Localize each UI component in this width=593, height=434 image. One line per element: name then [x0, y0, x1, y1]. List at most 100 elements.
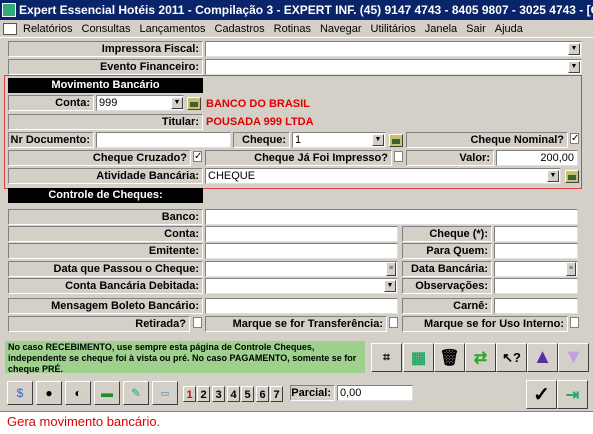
data-passou-field[interactable] [205, 261, 398, 277]
page-3[interactable]: 3 [212, 386, 225, 402]
cheque-impresso-label: Cheque Já Foi Impresso? [205, 150, 392, 166]
banco-label: Banco: [8, 209, 203, 225]
menu-utilitarios[interactable]: Utilitários [371, 23, 416, 35]
emitente-field[interactable] [205, 243, 398, 259]
folder-icon[interactable] [565, 170, 579, 183]
banco-field[interactable] [205, 209, 578, 225]
edit-record-icon[interactable]: ⇄ [465, 343, 496, 372]
nrdoc-field[interactable] [96, 132, 231, 148]
form-icon[interactable] [3, 22, 17, 35]
menu-navegar[interactable]: Navegar [320, 23, 362, 35]
coins-alt-icon[interactable]: ◐ [65, 381, 91, 405]
page-7[interactable]: 7 [270, 386, 283, 402]
atividade-label: Atividade Bancária: [8, 168, 203, 184]
page-2[interactable]: 2 [197, 386, 210, 402]
nrdoc-label: Nr Documento: [8, 132, 94, 148]
title-bar: Expert Essencial Hotéis 2011 - Compilaçã… [0, 0, 593, 20]
chevron-down-icon[interactable]: ▼ [384, 280, 396, 292]
cheque-icon[interactable]: ▭ [152, 381, 178, 405]
folder-icon[interactable] [187, 97, 201, 110]
observacoes-field[interactable] [494, 278, 578, 294]
cheque-num-field[interactable] [494, 226, 578, 242]
retirada-label: Retirada? [8, 316, 190, 332]
arrow-down-icon[interactable]: ▼ [558, 343, 589, 372]
menu-consultas[interactable]: Consultas [82, 23, 131, 35]
transferencia-checkbox[interactable] [389, 317, 398, 328]
status-bar: Gera movimento bancário. [0, 411, 593, 434]
window-title: Expert Essencial Hotéis 2011 - Compilaçã… [19, 3, 593, 17]
folder-icon[interactable] [389, 134, 403, 147]
conta-cheque-label: Conta: [8, 226, 203, 242]
para-quem-field[interactable] [494, 243, 578, 259]
cheque-impresso-checkbox[interactable] [394, 151, 403, 162]
cheque-nominal-checkbox[interactable]: ✓ [570, 133, 579, 144]
transferencia-label: Marque se for Transferência: [205, 316, 387, 332]
chevron-down-icon[interactable]: ▼ [171, 97, 183, 109]
impressora-select[interactable] [205, 41, 582, 57]
observacoes-label: Observações: [402, 278, 492, 294]
arrow-up-icon[interactable]: ▲ [527, 343, 558, 372]
page-6[interactable]: 6 [256, 386, 269, 402]
exit-door-icon[interactable]: ⇥ [557, 380, 588, 409]
data-bancaria-label: Data Bancária: [402, 261, 492, 277]
check-icon[interactable]: ✓ [526, 380, 557, 409]
titular-label: Titular: [8, 114, 203, 130]
data-passou-label: Data que Passou o Cheque: [8, 261, 203, 277]
menu-bar: Relatórios Consultas Lançamentos Cadastr… [0, 20, 593, 38]
cheque-num-label: Cheque (*): [402, 226, 492, 242]
conta-cheque-field[interactable] [205, 226, 398, 242]
grid-icon[interactable]: ⌗ [371, 343, 402, 372]
chevron-down-icon[interactable]: ▼ [372, 134, 384, 146]
para-quem-label: Para Quem: [402, 243, 492, 259]
menu-relatorios[interactable]: Relatórios [23, 23, 73, 35]
menu-rotinas[interactable]: Rotinas [274, 23, 311, 35]
cheque-nominal-label: Cheque Nominal? [406, 132, 568, 148]
parcial-field[interactable]: 0,00 [337, 385, 413, 401]
atividade-select[interactable]: CHEQUE [205, 168, 561, 184]
cheque-cruzado-checkbox[interactable]: ✓ [193, 151, 202, 162]
app-icon [2, 3, 16, 17]
retirada-checkbox[interactable] [193, 317, 202, 328]
cheque-label: Cheque: [233, 132, 290, 148]
titular-value: POUSADA 999 LTDA [206, 116, 314, 128]
evento-select[interactable] [205, 59, 582, 75]
coins-icon[interactable]: ● [36, 381, 62, 405]
page-4[interactable]: 4 [227, 386, 240, 402]
menu-janela[interactable]: Janela [425, 23, 457, 35]
page-1[interactable]: 1 [183, 386, 196, 402]
sign-doc-icon[interactable]: ✎ [123, 381, 149, 405]
banco-name: BANCO DO BRASIL [206, 98, 310, 110]
trash-icon[interactable]: 🗑 [434, 343, 465, 372]
conta-debitada-select[interactable] [205, 278, 398, 294]
money-icon[interactable]: $ [7, 381, 33, 405]
uso-interno-checkbox[interactable] [570, 317, 579, 328]
menu-lancamentos[interactable]: Lançamentos [139, 23, 205, 35]
chevron-down-icon[interactable]: ▼ [568, 61, 580, 73]
evento-label: Evento Financeiro: [8, 59, 203, 75]
emitente-label: Emitente: [8, 243, 203, 259]
mensagem-boleto-label: Mensagem Boleto Bancário: [8, 298, 203, 314]
chevron-down-icon[interactable]: ▼ [547, 170, 559, 182]
conta-label: Conta: [8, 95, 94, 111]
menu-ajuda[interactable]: Ajuda [495, 23, 523, 35]
chevron-down-icon[interactable]: ▼ [568, 43, 580, 55]
cheques-section-title: Controle de Cheques: [8, 188, 203, 203]
carne-field[interactable] [494, 298, 578, 314]
chart-icon[interactable]: ▬ [94, 381, 120, 405]
spin-icon[interactable]: ≡ [386, 262, 396, 276]
mensagem-boleto-field[interactable] [205, 298, 398, 314]
parcial-label: Parcial: [290, 385, 335, 401]
menu-cadastros[interactable]: Cadastros [215, 23, 265, 35]
impressora-label: Impressora Fiscal: [8, 41, 203, 57]
page-5[interactable]: 5 [241, 386, 254, 402]
valor-label: Valor: [406, 150, 494, 166]
calendar-tool-icon[interactable]: ▦ [403, 343, 434, 372]
spin-icon[interactable]: ≡ [566, 262, 576, 276]
menu-sair[interactable]: Sair [466, 23, 486, 35]
info-note: No caso RECEBIMENTO, use sempre esta pág… [5, 341, 365, 374]
help-icon[interactable]: ↖? [496, 343, 527, 372]
movimento-section-title: Movimento Bancário [8, 78, 203, 93]
valor-field[interactable]: 200,00 [496, 150, 578, 166]
carne-label: Carnê: [402, 298, 492, 314]
conta-debitada-label: Conta Bancária Debitada: [8, 278, 203, 294]
